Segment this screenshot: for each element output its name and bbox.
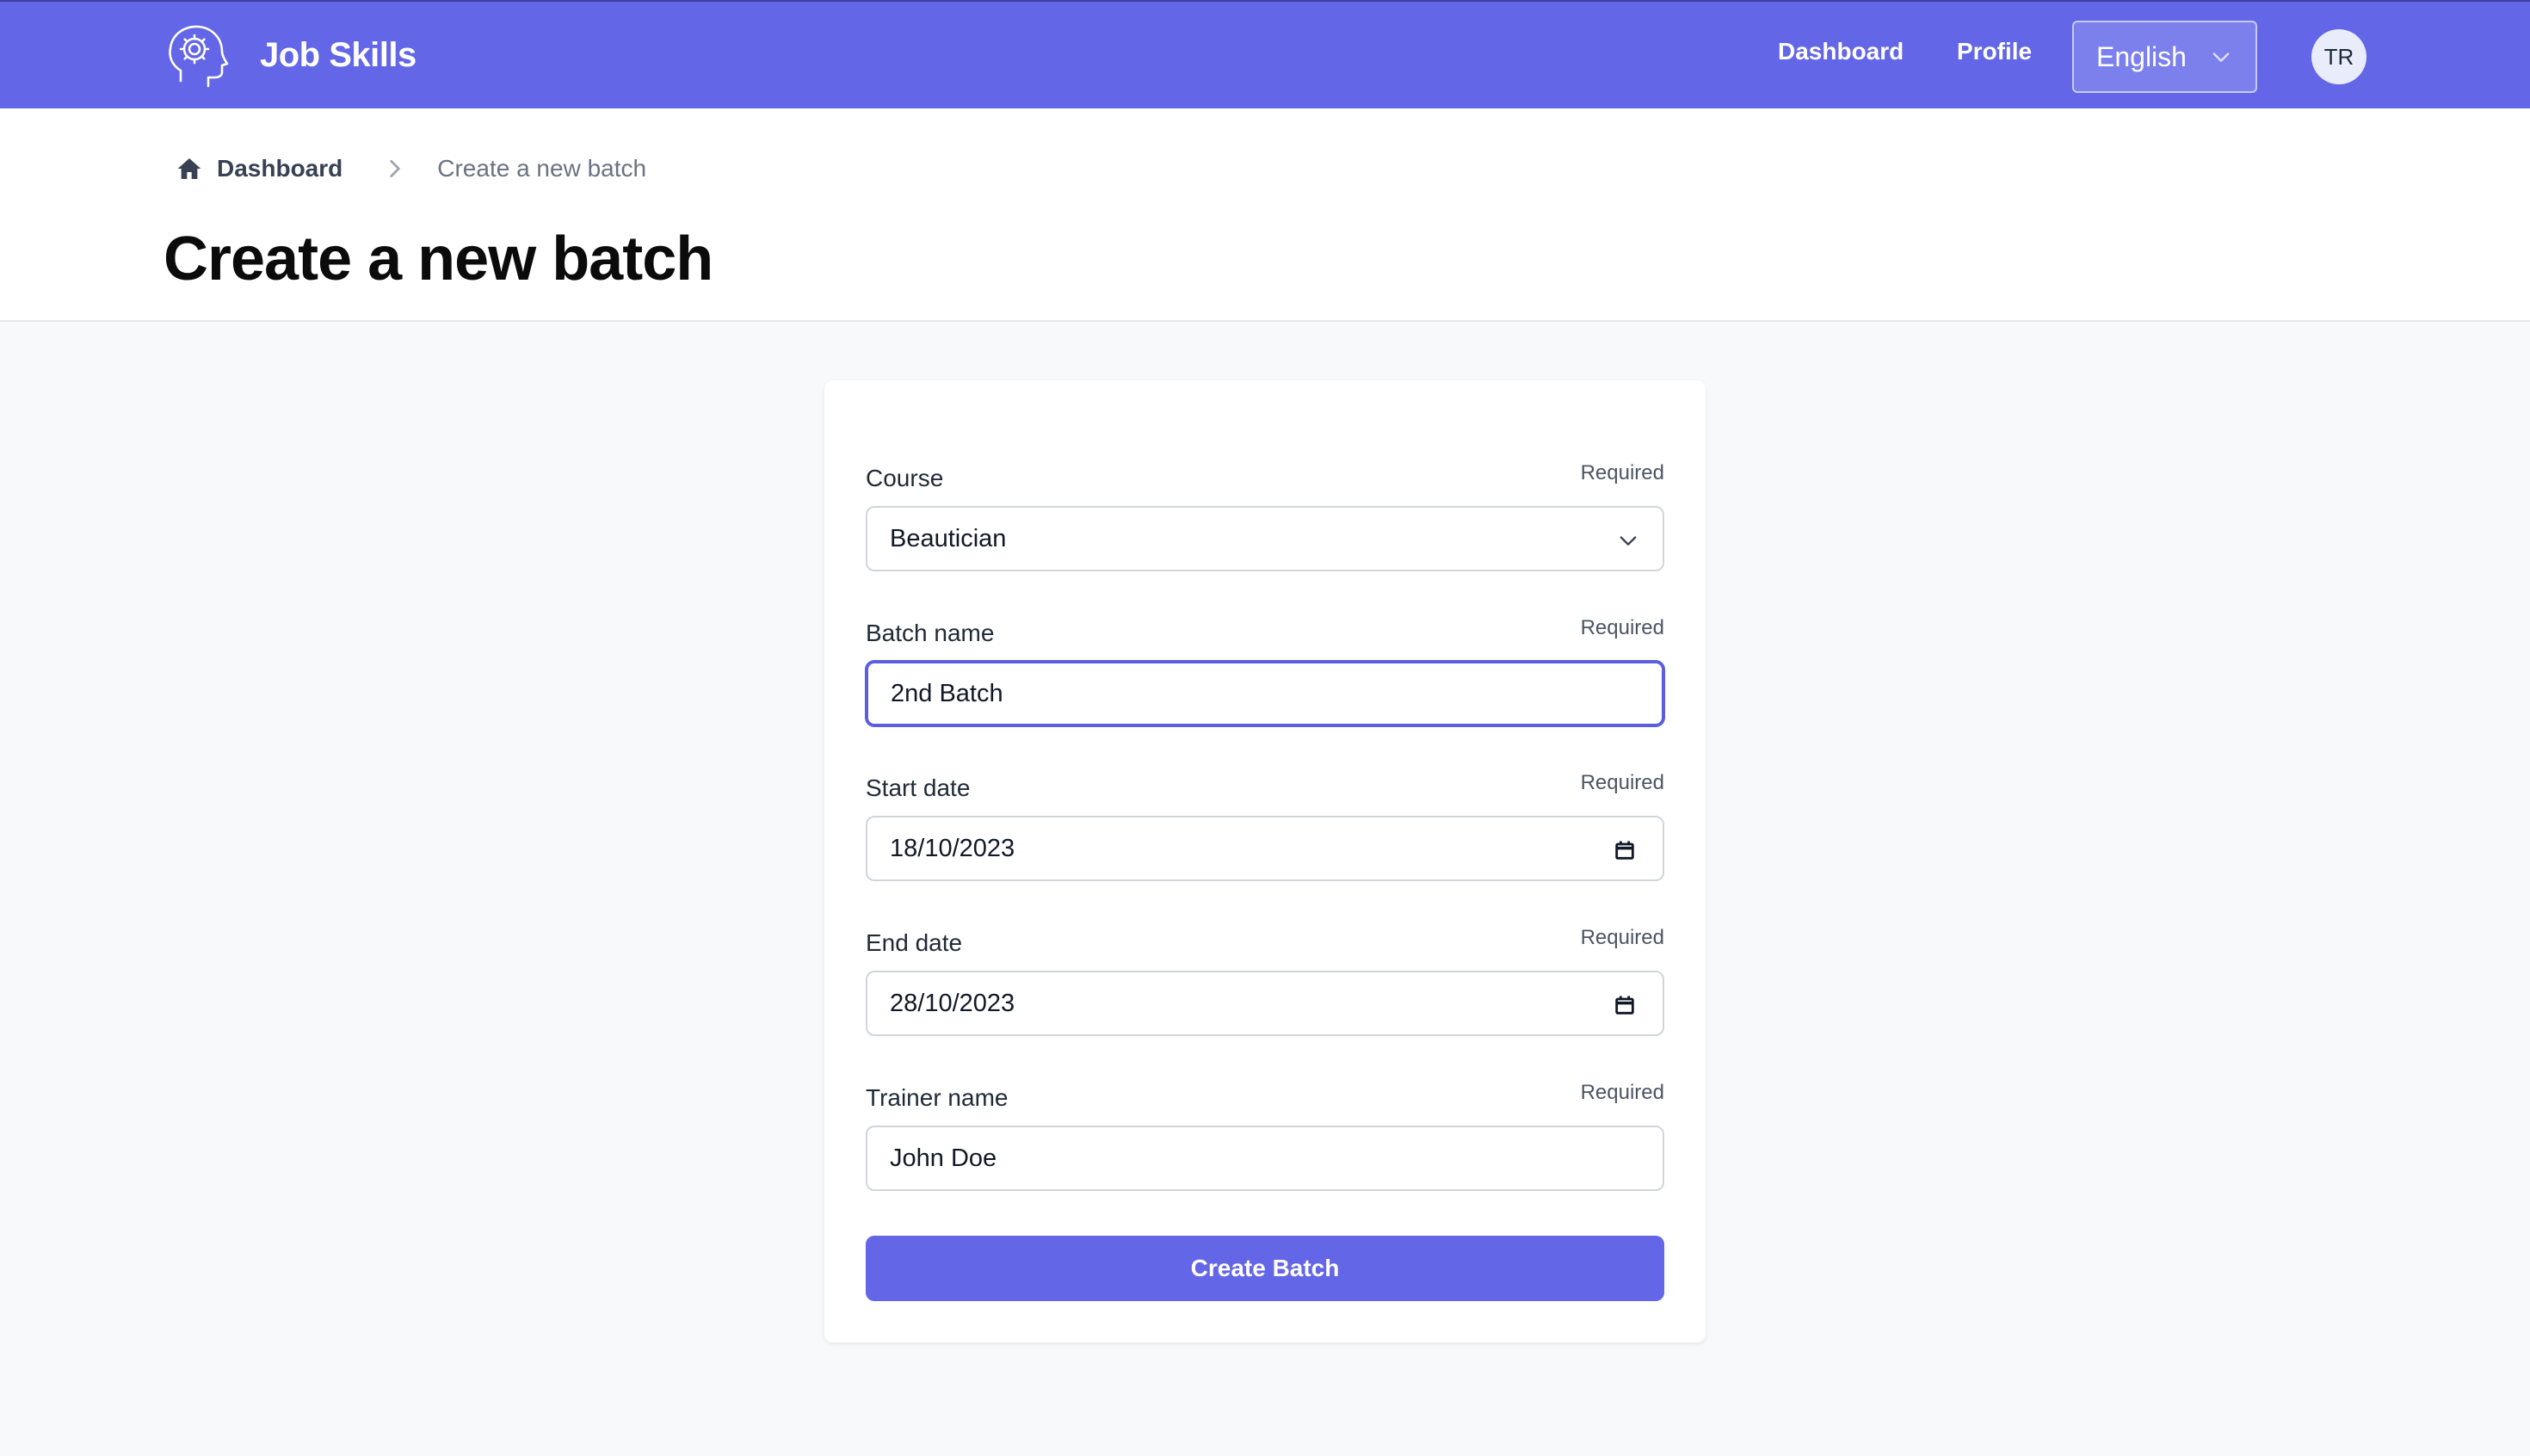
end-date-input[interactable]: 28/10/2023 bbox=[866, 971, 1664, 1036]
page-header: Dashboard Create a new batch Create a ne… bbox=[0, 108, 2530, 322]
breadcrumb: Dashboard Create a new batch bbox=[176, 151, 646, 186]
batch-name-input[interactable]: 2nd Batch bbox=[866, 661, 1664, 726]
calendar-icon[interactable] bbox=[1613, 993, 1637, 1017]
user-avatar[interactable]: TR bbox=[2311, 29, 2366, 84]
course-label: Course bbox=[866, 465, 944, 491]
trainer-name-value: John Doe bbox=[890, 1144, 997, 1172]
batch-name-label: Batch name bbox=[866, 620, 995, 646]
course-value: Beautician bbox=[890, 524, 1007, 552]
language-select[interactable]: English bbox=[2072, 21, 2257, 93]
required-indicator: Required bbox=[1580, 461, 1664, 484]
breadcrumb-dashboard-link[interactable]: Dashboard bbox=[217, 155, 342, 182]
batch-name-field: Batch name Required 2nd Batch bbox=[866, 616, 1664, 726]
chevron-right-icon bbox=[390, 159, 400, 178]
required-indicator: Required bbox=[1580, 771, 1664, 794]
create-batch-form: Course Required Beautician Batch name Re… bbox=[824, 380, 1706, 1342]
course-select[interactable]: Beautician bbox=[866, 506, 1664, 571]
required-indicator: Required bbox=[1580, 616, 1664, 639]
end-date-label: End date bbox=[866, 929, 963, 956]
batch-name-value: 2nd Batch bbox=[891, 679, 1003, 707]
breadcrumb-current: Create a new batch bbox=[437, 155, 647, 182]
required-indicator: Required bbox=[1580, 1081, 1664, 1104]
course-field: Course Required Beautician bbox=[866, 461, 1664, 571]
calendar-icon[interactable] bbox=[1613, 838, 1637, 862]
app-name: Job Skills bbox=[260, 35, 417, 74]
end-date-field: End date Required 28/10/2023 bbox=[866, 926, 1664, 1036]
start-date-input[interactable]: 18/10/2023 bbox=[866, 816, 1664, 881]
chevron-down-icon bbox=[1620, 536, 1637, 546]
end-date-value: 28/10/2023 bbox=[890, 989, 1015, 1017]
trainer-name-label: Trainer name bbox=[866, 1084, 1009, 1111]
start-date-value: 18/10/2023 bbox=[890, 834, 1015, 862]
top-navbar: Job Skills Dashboard Profile English TR bbox=[0, 0, 2530, 108]
head-gear-icon bbox=[169, 25, 229, 88]
nav-dashboard-link[interactable]: Dashboard bbox=[1778, 38, 1904, 65]
page-title: Create a new batch bbox=[164, 225, 713, 293]
trainer-name-input[interactable]: John Doe bbox=[866, 1126, 1664, 1191]
chevron-down-icon bbox=[2212, 52, 2230, 62]
nav-profile-link[interactable]: Profile bbox=[1957, 38, 2032, 65]
home-icon[interactable] bbox=[176, 155, 203, 182]
language-value: English bbox=[2096, 40, 2187, 72]
create-batch-button[interactable]: Create Batch bbox=[866, 1236, 1664, 1301]
required-indicator: Required bbox=[1580, 926, 1664, 949]
start-date-label: Start date bbox=[866, 774, 971, 801]
trainer-name-field: Trainer name Required John Doe bbox=[866, 1081, 1664, 1191]
brand[interactable]: Job Skills bbox=[164, 21, 417, 89]
start-date-field: Start date Required 18/10/2023 bbox=[866, 771, 1664, 881]
